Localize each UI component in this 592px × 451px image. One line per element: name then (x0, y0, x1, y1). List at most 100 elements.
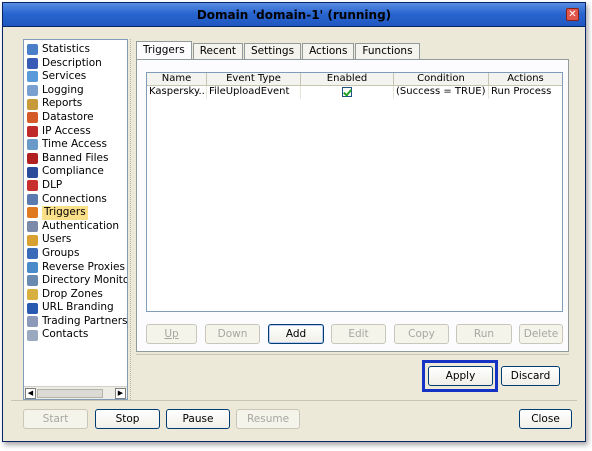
sidebar-item-label: Directory Monitors (42, 274, 127, 287)
scroll-right-icon[interactable]: ▶ (115, 388, 126, 399)
tab-triggers[interactable]: Triggers (136, 41, 192, 59)
sidebar-item-label: Statistics (42, 43, 90, 55)
sidebar-item-url-branding[interactable]: URL Branding (27, 301, 127, 315)
column-header-enabled[interactable]: Enabled (301, 73, 394, 86)
sidebar-item-ip-access[interactable]: IP Access (27, 125, 127, 139)
sidebar-item-logging[interactable]: Logging (27, 84, 127, 98)
edit-button[interactable]: Edit (331, 324, 386, 344)
directory-monitors-icon (27, 275, 38, 287)
start-button[interactable]: Start (23, 409, 88, 429)
trigger-name-cell: Kaspersky... (149, 86, 207, 99)
sidebar-item-authentication[interactable]: Authentication (27, 220, 127, 234)
sidebar-item-reports[interactable]: Reports (27, 97, 127, 111)
close-icon[interactable]: ✕ (566, 8, 579, 21)
delete-button[interactable]: Delete (519, 324, 563, 344)
column-header-event-type[interactable]: Event Type (207, 73, 301, 86)
dlp-icon (27, 180, 38, 192)
sidebar-item-drop-zones[interactable]: Drop Zones (27, 288, 127, 302)
footer-divider (11, 400, 577, 401)
sidebar-item-label: Trading Partners (42, 314, 127, 327)
run-button[interactable]: Run (456, 324, 512, 344)
copy-button[interactable]: Copy (394, 324, 449, 344)
sidebar-item-datastore[interactable]: Datastore (27, 111, 127, 125)
up-button[interactable]: Up (146, 324, 197, 344)
title-bar[interactable]: Domain 'domain-1' (running) ✕ (3, 3, 585, 27)
sidebar-item-label: Drop Zones (42, 287, 103, 300)
table-header: Name Event Type Enabled Condition Action… (147, 73, 562, 86)
reverse-proxies-icon (27, 261, 38, 273)
domain-window: Domain 'domain-1' (running) ✕ Statistics… (2, 2, 586, 442)
tab-recent[interactable]: Recent (192, 43, 243, 59)
ip-access-icon (27, 125, 38, 137)
column-header-name[interactable]: Name (147, 73, 207, 86)
sidebar-item-groups[interactable]: Groups (27, 247, 127, 261)
sidebar-item-banned-files[interactable]: Banned Files (27, 152, 127, 166)
horizontal-scrollbar[interactable]: ◀ ▶ (24, 386, 127, 399)
table-button-row: Up Down Add Edit Copy Run Delete (146, 324, 563, 344)
stop-button[interactable]: Stop (95, 409, 160, 429)
sidebar-item-label: Banned Files (42, 151, 109, 164)
sidebar-item-description[interactable]: Description (27, 57, 127, 71)
scroll-left-icon[interactable]: ◀ (25, 388, 36, 399)
sidebar-item-users[interactable]: Users (27, 233, 127, 247)
tab-settings[interactable]: Settings (243, 43, 302, 59)
sidebar-item-label: Compliance (42, 165, 104, 178)
sidebar-item-label: Reports (42, 97, 83, 110)
statistics-icon (27, 44, 38, 56)
sidebar-item-triggers[interactable]: Triggers (27, 206, 127, 220)
column-header-condition[interactable]: Condition (394, 73, 489, 86)
sidebar-item-services[interactable]: Services (27, 70, 127, 84)
connections-icon (27, 193, 38, 205)
enabled-cell (301, 86, 394, 99)
person-icon (27, 57, 38, 69)
sidebar-item-contacts[interactable]: Contacts (27, 328, 127, 342)
sidebar-item-connections[interactable]: Connections (27, 193, 127, 207)
sidebar-item-label: Authentication (42, 219, 120, 232)
enabled-checkbox[interactable] (342, 87, 352, 97)
services-icon (27, 71, 38, 83)
pause-button[interactable]: Pause (166, 409, 230, 429)
tab-functions[interactable]: Functions (355, 43, 420, 59)
triggers-panel: Name Event Type Enabled Condition Action… (136, 59, 569, 352)
sidebar: Statistics Description Services Logging Repo… (23, 39, 128, 400)
tab-bar: Triggers Recent Settings Actions Functions (136, 41, 421, 60)
down-button[interactable]: Down (205, 324, 260, 344)
compliance-icon (27, 166, 38, 178)
apply-button[interactable]: Apply (428, 366, 493, 386)
sidebar-item-label: URL Branding (42, 301, 114, 314)
triggers-table: Name Event Type Enabled Condition Action… (146, 72, 563, 312)
drop-zones-icon (27, 288, 38, 300)
datastore-icon (27, 112, 38, 124)
sidebar-item-compliance[interactable]: Compliance (27, 165, 127, 179)
sidebar-item-trading-partners[interactable]: Trading Partners (27, 315, 127, 329)
event-type-cell: FileUploadEvent (207, 86, 301, 99)
reports-icon (27, 98, 38, 110)
sidebar-item-label: Logging (42, 83, 84, 96)
close-button[interactable]: Close (519, 409, 572, 429)
actions-cell: Run Process (491, 86, 552, 97)
sidebar-item-reverse-proxies[interactable]: Reverse Proxies (27, 261, 127, 275)
banned-files-icon (27, 153, 38, 165)
discard-button[interactable]: Discard (501, 366, 560, 386)
sidebar-item-statistics[interactable]: Statistics (27, 43, 127, 57)
sidebar-item-directory-monitors[interactable]: Directory Monitors (27, 274, 127, 288)
logging-icon (27, 85, 38, 97)
tab-actions[interactable]: Actions (302, 43, 355, 59)
sidebar-item-label: Services (42, 70, 87, 83)
triggers-icon (27, 207, 38, 219)
sidebar-item-label: IP Access (42, 124, 91, 137)
sidebar-item-dlp[interactable]: DLP (27, 179, 127, 193)
authentication-icon (27, 221, 38, 233)
scroll-thumb[interactable] (37, 389, 103, 398)
add-button[interactable]: Add (268, 324, 324, 344)
column-header-actions[interactable]: Actions (489, 73, 562, 86)
sidebar-item-time-access[interactable]: Time Access (27, 138, 127, 152)
sidebar-item-label: Time Access (42, 138, 107, 151)
users-icon (27, 234, 38, 246)
resume-button[interactable]: Resume (236, 409, 300, 429)
sidebar-item-label: Contacts (42, 328, 89, 341)
groups-icon (27, 248, 38, 260)
sidebar-item-label: DLP (42, 178, 63, 191)
table-row[interactable]: Kaspersky... FileUploadEvent (Success = … (147, 86, 562, 99)
splitter-handle[interactable] (130, 39, 133, 400)
